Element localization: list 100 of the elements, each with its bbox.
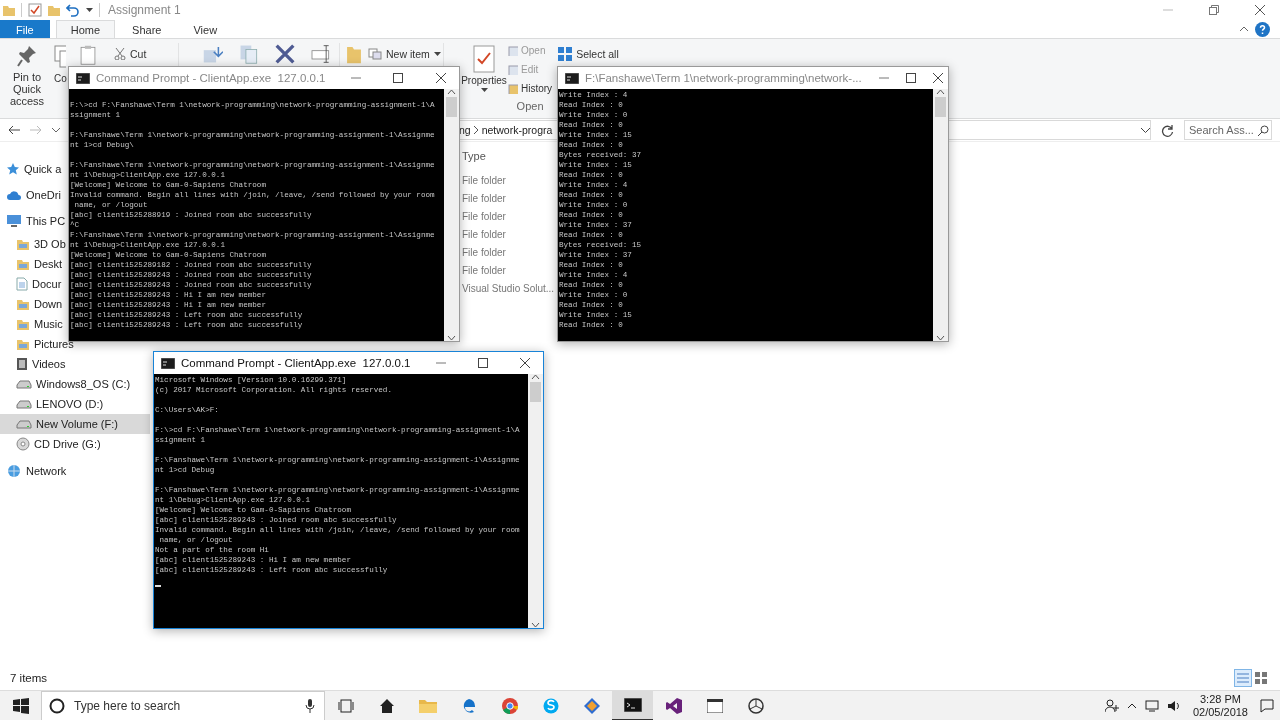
film-icon <box>16 357 28 371</box>
close-icon <box>519 358 530 368</box>
person-icon[interactable] <box>1104 699 1119 713</box>
ribbon-action[interactable]: History <box>508 80 553 97</box>
nav-item[interactable]: CD Drive (G:) <box>0 434 103 454</box>
scrollbar[interactable] <box>933 89 948 341</box>
caret-icon <box>433 51 441 56</box>
nav-item[interactable]: OneDri <box>0 182 63 208</box>
scrollbar[interactable] <box>528 374 543 628</box>
cortana-icon <box>49 698 65 714</box>
properties-button[interactable]: Properties <box>460 39 508 92</box>
nav-item[interactable]: Videos <box>0 354 68 374</box>
disc-icon <box>16 437 30 451</box>
new-item-button[interactable]: New item <box>366 45 443 62</box>
folder-icon <box>16 317 30 331</box>
speaker-icon[interactable] <box>1166 700 1181 712</box>
pin-button[interactable]: Pin to Quick access <box>0 39 54 107</box>
microphone-icon <box>305 699 315 713</box>
computer-icon <box>6 214 22 228</box>
breadcrumb[interactable]: network-progra <box>481 124 553 136</box>
taskbar-search-field[interactable]: Type here to search <box>41 691 325 720</box>
task-view-icon <box>337 699 354 713</box>
help-icon[interactable] <box>1255 21 1270 37</box>
nav-item[interactable]: Network <box>0 458 69 484</box>
close-icon <box>932 73 943 83</box>
delete-icon[interactable] <box>275 44 295 64</box>
nav-item[interactable]: Quick a <box>0 156 64 182</box>
details-view-icon <box>1237 673 1249 683</box>
ribbon-tab[interactable]: View <box>178 20 233 38</box>
nav-item[interactable]: This PC <box>0 208 68 234</box>
window-icon <box>706 699 723 713</box>
folder-icon <box>16 297 30 311</box>
dropdown-icon[interactable] <box>1141 127 1150 133</box>
browser-icon <box>501 698 518 714</box>
collapse-ribbon-icon[interactable] <box>1239 26 1249 32</box>
breadcrumb[interactable]: ng <box>459 124 471 136</box>
recent-icon[interactable] <box>52 127 60 133</box>
table-cell-text: File folder <box>462 192 506 206</box>
nav-item[interactable]: Windows8_OS (C:) <box>0 374 133 394</box>
scrollbar-thumb[interactable] <box>935 97 946 117</box>
nav-item[interactable]: LENOVO (D:) <box>0 394 106 414</box>
clock[interactable]: 3:28 PM 02/05/2018 <box>1188 693 1252 719</box>
taskbar-app[interactable] <box>612 691 653 720</box>
select-all-button[interactable]: Select all <box>556 45 621 62</box>
scroll-down-icon <box>447 335 456 341</box>
status-text: 7 items <box>10 672 48 684</box>
nav-item[interactable]: Docur <box>0 274 64 294</box>
nav-item[interactable]: Down <box>0 294 65 314</box>
maximize-icon <box>477 358 488 368</box>
grid-icon <box>558 46 573 61</box>
folder-icon <box>16 257 30 271</box>
properties-check-icon[interactable] <box>28 3 42 17</box>
ribbon-tab[interactable]: Home <box>55 20 116 38</box>
scroll-down-icon <box>936 335 945 341</box>
folder-icon <box>16 337 30 351</box>
large-icons-button[interactable] <box>1252 669 1270 687</box>
dropdown-icon <box>86 8 93 12</box>
copy-icon <box>54 45 66 69</box>
column-header[interactable]: Type <box>462 147 486 165</box>
windows-logo-icon <box>12 698 29 714</box>
move-to-icon[interactable] <box>203 44 223 64</box>
folder-icon <box>16 237 30 251</box>
table-cell-text: File folder <box>462 174 506 188</box>
diamond-icon <box>583 698 600 714</box>
back-icon[interactable] <box>8 125 20 135</box>
nav-item[interactable]: Music <box>0 314 65 334</box>
caret-icon <box>480 88 488 92</box>
cloud-icon <box>6 189 22 201</box>
scrollbar-thumb[interactable] <box>530 382 541 402</box>
scroll-up-icon <box>531 374 540 380</box>
table-cell-text: File folder <box>462 228 506 242</box>
scroll-down-icon <box>531 622 540 628</box>
window-title: Command Prompt - ClientApp.exe 127.0.0.1 <box>181 357 411 369</box>
restore-icon <box>1209 5 1219 15</box>
table-cell-text: File folder <box>462 246 506 260</box>
refresh-icon[interactable] <box>1161 123 1174 137</box>
window-title: Assignment 1 <box>108 3 181 17</box>
nav-item[interactable]: Deskt <box>0 254 65 274</box>
maximize-icon <box>905 73 916 83</box>
drive-icon <box>16 398 32 410</box>
nav-item[interactable]: 3D Ob <box>0 234 68 254</box>
cut-button[interactable]: Cut <box>112 45 172 62</box>
pin-icon <box>17 45 37 67</box>
nav-item[interactable]: Pictures <box>0 334 76 354</box>
scrollbar-thumb[interactable] <box>446 97 457 117</box>
window-title: F:\Fanshawe\Term 1\network-programming\network-... <box>585 72 862 84</box>
large-icons-icon <box>1255 672 1267 684</box>
chevron-up-icon[interactable] <box>1126 703 1137 709</box>
house-icon <box>378 698 395 714</box>
nav-item[interactable]: New Volume (F:) <box>0 414 150 434</box>
window-title: Command Prompt - ClientApp.exe 127.0.0.1 <box>96 72 326 84</box>
document-icon <box>16 277 28 291</box>
search-field[interactable]: Search Ass... <box>1184 120 1272 140</box>
scrollbar[interactable] <box>444 89 459 341</box>
notification-icon[interactable] <box>1260 699 1274 713</box>
ribbon-tab[interactable]: Share <box>117 20 177 38</box>
action-icon <box>508 64 518 75</box>
ribbon-tab[interactable]: File <box>0 20 50 38</box>
scroll-up-icon <box>447 89 456 95</box>
undo-icon[interactable] <box>66 3 80 17</box>
